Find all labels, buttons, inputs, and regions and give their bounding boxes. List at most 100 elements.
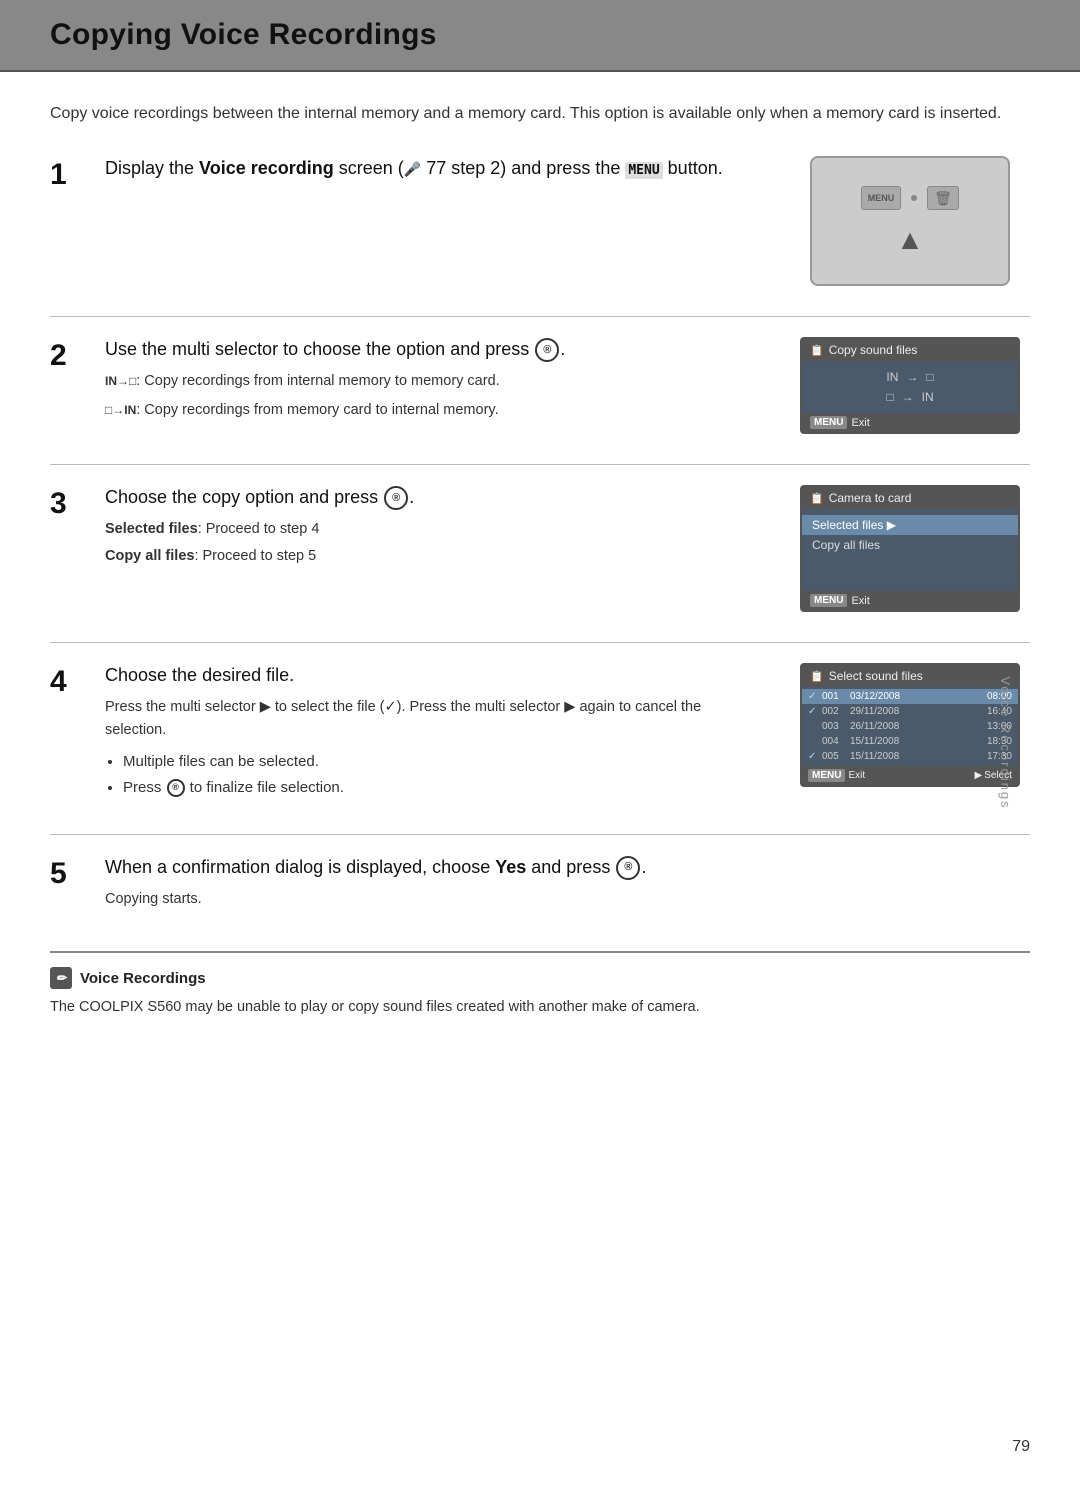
step-4-bullets: Multiple files can be selected. Press ® … bbox=[105, 751, 760, 800]
lcd-title-4: Select sound files bbox=[829, 669, 923, 683]
note-text: The COOLPIX S560 may be unable to play o… bbox=[50, 997, 1030, 1019]
lcd-file-003: 003 26/11/2008 13:00 bbox=[802, 719, 1018, 734]
step-3-copyall: Copy all files: Proceed to step 5 bbox=[105, 545, 760, 568]
sd-label: □ bbox=[926, 370, 933, 384]
num-001: 001 bbox=[822, 691, 850, 702]
arrow1: → bbox=[906, 370, 918, 384]
step-2: 2 Use the multi selector to choose the o… bbox=[50, 337, 1030, 434]
cam-dot1 bbox=[911, 195, 917, 201]
step-2-divider bbox=[50, 464, 1030, 465]
lcd-screen-4: 📋 Select sound files ✓ 001 03/12/2008 08… bbox=[800, 663, 1020, 787]
step-5-content: When a confirmation dialog is displayed,… bbox=[105, 855, 1030, 911]
step-4: 4 Choose the desired file. Press the mul… bbox=[50, 663, 1030, 804]
in-label2: IN bbox=[922, 390, 934, 404]
lcd-screen-2: 📋 Copy sound files IN → □ □ → bbox=[800, 337, 1020, 434]
arrow2: → bbox=[902, 390, 914, 404]
lcd-file-002: ✓ 002 29/11/2008 16:40 bbox=[802, 704, 1018, 719]
note-box: ✏ Voice Recordings The COOLPIX S560 may … bbox=[50, 951, 1030, 1019]
step-5: 5 When a confirmation dialog is displaye… bbox=[50, 855, 1030, 911]
in-label: IN bbox=[886, 370, 898, 384]
select-arrow: ▶ bbox=[975, 770, 983, 781]
step-2-content: Use the multi selector to choose the opt… bbox=[105, 337, 760, 434]
lcd-title-2: Copy sound files bbox=[829, 343, 918, 357]
num-004: 004 bbox=[822, 736, 850, 747]
lcd-footer-left: MENU Exit bbox=[808, 769, 865, 782]
page-header: Copying Voice Recordings bbox=[0, 0, 1080, 72]
step-4-body: Press the multi selector ▶ to select the… bbox=[105, 696, 760, 742]
ok-symbol-2: ® bbox=[535, 338, 559, 362]
lcd-file-005: ✓ 005 15/11/2008 17:30 bbox=[802, 749, 1018, 764]
step-4-sub: Press the multi selector ▶ to select the… bbox=[105, 696, 760, 799]
lcd-footer-2: MENU Exit bbox=[802, 413, 1018, 432]
step-4-content: Choose the desired file. Press the multi… bbox=[105, 663, 760, 804]
lcd-file-001: ✓ 001 03/12/2008 08:00 bbox=[802, 689, 1018, 704]
intro-text: Copy voice recordings between the intern… bbox=[50, 102, 1030, 126]
yes-label: Yes bbox=[495, 857, 526, 877]
num-003: 003 bbox=[822, 721, 850, 732]
lcd-item-copy-all: Copy all files bbox=[802, 535, 1018, 555]
lcd-icon-4: 📋 bbox=[810, 670, 824, 683]
bullet-multiple: Multiple files can be selected. bbox=[123, 751, 760, 774]
step-1-content: Display the Voice recording screen (🎤 77… bbox=[105, 156, 760, 286]
step-4-number: 4 bbox=[50, 663, 105, 804]
date-005: 15/11/2008 bbox=[850, 751, 987, 762]
step-1-image: MENU 🗑 ▲ bbox=[790, 156, 1030, 286]
lcd-screen-3: 📋 Camera to card Selected files ▶ Copy a… bbox=[800, 485, 1020, 612]
step-2-sub: IN→□: Copy recordings from internal memo… bbox=[105, 370, 760, 422]
date-004: 15/11/2008 bbox=[850, 736, 987, 747]
camera-top-buttons: MENU 🗑 bbox=[861, 186, 959, 210]
lcd-file-004: 004 15/11/2008 18:30 bbox=[802, 734, 1018, 749]
ok-symbol-4: ® bbox=[167, 779, 185, 797]
step-1-title: Display the Voice recording screen (🎤 77… bbox=[105, 156, 760, 181]
arrow-up-indicator: ▲ bbox=[896, 224, 924, 256]
sd-to-in-icon: □→IN bbox=[105, 403, 136, 417]
step-4-divider bbox=[50, 834, 1030, 835]
date-001: 03/12/2008 bbox=[850, 691, 987, 702]
copy-all-label: Copy all files bbox=[105, 548, 194, 564]
sd-label2: □ bbox=[886, 390, 893, 404]
sd-to-in-row: □ → IN bbox=[886, 390, 933, 404]
check-002: ✓ bbox=[808, 706, 822, 717]
step-1-divider bbox=[50, 316, 1030, 317]
check-001: ✓ bbox=[808, 691, 822, 702]
step-4-image: 📋 Select sound files ✓ 001 03/12/2008 08… bbox=[790, 663, 1030, 804]
step-3: 3 Choose the copy option and press ®. Se… bbox=[50, 485, 1030, 612]
exit-label-4: Exit bbox=[848, 770, 865, 781]
step-5-title: When a confirmation dialog is displayed,… bbox=[105, 855, 1030, 880]
step-4-title: Choose the desired file. bbox=[105, 663, 760, 688]
lcd-footer-4: MENU Exit ▶ Select bbox=[802, 766, 1018, 785]
note-title-text: Voice Recordings bbox=[80, 970, 206, 987]
lcd-row-in-to-sd: IN → □ bbox=[802, 367, 1018, 387]
step-1-icon: 🎤 bbox=[404, 161, 421, 177]
lcd-body-3: Selected files ▶ Copy all files bbox=[802, 509, 1018, 591]
step-3-selected: Selected files: Proceed to step 4 bbox=[105, 518, 760, 541]
menu-button-label: MENU bbox=[625, 162, 662, 179]
menu-label-2: MENU bbox=[810, 416, 847, 429]
page-number: 79 bbox=[1012, 1438, 1030, 1456]
selected-files-label: Selected files bbox=[105, 521, 198, 537]
camera-image: MENU 🗑 ▲ bbox=[810, 156, 1010, 286]
date-002: 29/11/2008 bbox=[850, 706, 987, 717]
lcd-header-2: 📋 Copy sound files bbox=[802, 339, 1018, 361]
step-3-number: 3 bbox=[50, 485, 105, 612]
ok-symbol-5: ® bbox=[616, 856, 640, 880]
step-3-title: Choose the copy option and press ®. bbox=[105, 485, 760, 510]
lcd-header-3: 📋 Camera to card bbox=[802, 487, 1018, 509]
num-002: 002 bbox=[822, 706, 850, 717]
step-1: 1 Display the Voice recording screen (🎤 … bbox=[50, 156, 1030, 286]
lcd-icon-2: 📋 bbox=[810, 344, 824, 357]
step-2-image: 📋 Copy sound files IN → □ □ → bbox=[790, 337, 1030, 434]
step-3-image: 📋 Camera to card Selected files ▶ Copy a… bbox=[790, 485, 1030, 612]
step-5-number: 5 bbox=[50, 855, 105, 911]
lcd-spacer bbox=[802, 555, 1018, 585]
lcd-header-4: 📋 Select sound files bbox=[802, 665, 1018, 687]
lcd-row-sd-to-in: □ → IN bbox=[802, 387, 1018, 407]
lcd-body-4: ✓ 001 03/12/2008 08:00 ✓ 002 29/11/2008 … bbox=[802, 687, 1018, 766]
num-005: 005 bbox=[822, 751, 850, 762]
step-2-title: Use the multi selector to choose the opt… bbox=[105, 337, 760, 362]
exit-label-3: Exit bbox=[851, 595, 869, 607]
ok-symbol-3: ® bbox=[384, 486, 408, 510]
step-2-sub1: IN→□: Copy recordings from internal memo… bbox=[105, 370, 760, 393]
lcd-body-2: IN → □ □ → IN bbox=[802, 361, 1018, 413]
step-3-sub: Selected files: Proceed to step 4 Copy a… bbox=[105, 518, 760, 568]
